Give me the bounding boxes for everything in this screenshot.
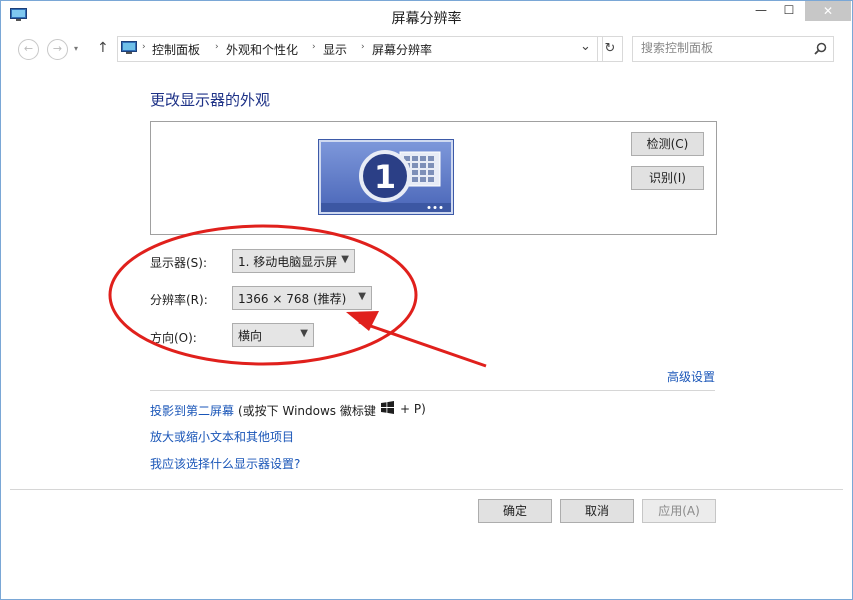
- breadcrumb-separator: ›: [215, 42, 219, 52]
- cancel-button[interactable]: 取消: [560, 499, 634, 523]
- window-title: 屏幕分辨率: [391, 11, 462, 27]
- monitor-number: 1: [374, 158, 396, 196]
- control-panel-icon: [121, 41, 137, 54]
- breadcrumb-separator: ›: [361, 42, 365, 52]
- search-icon[interactable]: [814, 42, 827, 55]
- up-button[interactable]: ↑: [97, 40, 109, 56]
- project-hint-text: (或按下 Windows 徽标键: [238, 404, 376, 418]
- red-arrow-shaft: [358, 320, 487, 368]
- monitor-1-tile[interactable]: 1: [318, 139, 454, 215]
- close-button[interactable]: ✕: [805, 1, 851, 21]
- maximize-button[interactable]: ☐: [775, 3, 803, 23]
- text-size-link[interactable]: 放大或缩小文本和其他项目: [150, 428, 294, 445]
- breadcrumb-separator: ›: [312, 42, 316, 52]
- footer-divider: [10, 489, 843, 490]
- breadcrumb-display[interactable]: 显示: [323, 41, 347, 58]
- windows-logo-icon: [381, 401, 394, 414]
- detect-button[interactable]: 检测(C): [631, 132, 704, 156]
- red-annotation-overlay: [108, 224, 487, 368]
- search-input[interactable]: [633, 37, 811, 59]
- title-bar: 屏幕分辨率 — ☐ ✕: [1, 1, 852, 32]
- recent-locations-chevron-icon[interactable]: ▾: [74, 44, 78, 53]
- page-title: 更改显示器的外观: [150, 91, 271, 109]
- ok-button[interactable]: 确定: [478, 499, 552, 523]
- back-button[interactable]: ←: [18, 39, 39, 60]
- advanced-settings-link[interactable]: 高级设置: [667, 368, 715, 385]
- breadcrumb-appearance[interactable]: 外观和个性化: [226, 41, 298, 58]
- breadcrumb-screen-resolution[interactable]: 屏幕分辨率: [372, 41, 432, 58]
- identify-button[interactable]: 识别(I): [631, 166, 704, 190]
- refresh-button[interactable]: ↻: [597, 36, 623, 62]
- minimize-button[interactable]: —: [747, 3, 775, 23]
- breadcrumb[interactable]: › 控制面板 › 外观和个性化 › 显示 › 屏幕分辨率 ⌄: [117, 36, 603, 62]
- project-second-screen-link[interactable]: 投影到第二屏幕: [150, 402, 234, 419]
- forward-button[interactable]: →: [47, 39, 68, 60]
- address-dropdown-icon[interactable]: ⌄: [580, 39, 591, 54]
- search-box: [632, 36, 834, 62]
- breadcrumb-control-panel[interactable]: 控制面板: [152, 41, 200, 58]
- screen-resolution-window: 屏幕分辨率 — ☐ ✕ ← → ▾ ↑ › 控制面板 › 外观和个性化 › 显示…: [0, 0, 853, 600]
- breadcrumb-separator: ›: [142, 42, 146, 52]
- divider: [150, 390, 715, 391]
- red-highlight-ellipse: [108, 224, 418, 366]
- which-settings-link[interactable]: 我应该选择什么显示器设置?: [150, 455, 300, 472]
- project-hint-suffix: + P): [400, 402, 426, 416]
- address-bar: ← → ▾ ↑ › 控制面板 › 外观和个性化 › 显示 › 屏幕分辨率 ⌄ ↻: [11, 36, 842, 62]
- apply-button[interactable]: 应用(A): [642, 499, 716, 523]
